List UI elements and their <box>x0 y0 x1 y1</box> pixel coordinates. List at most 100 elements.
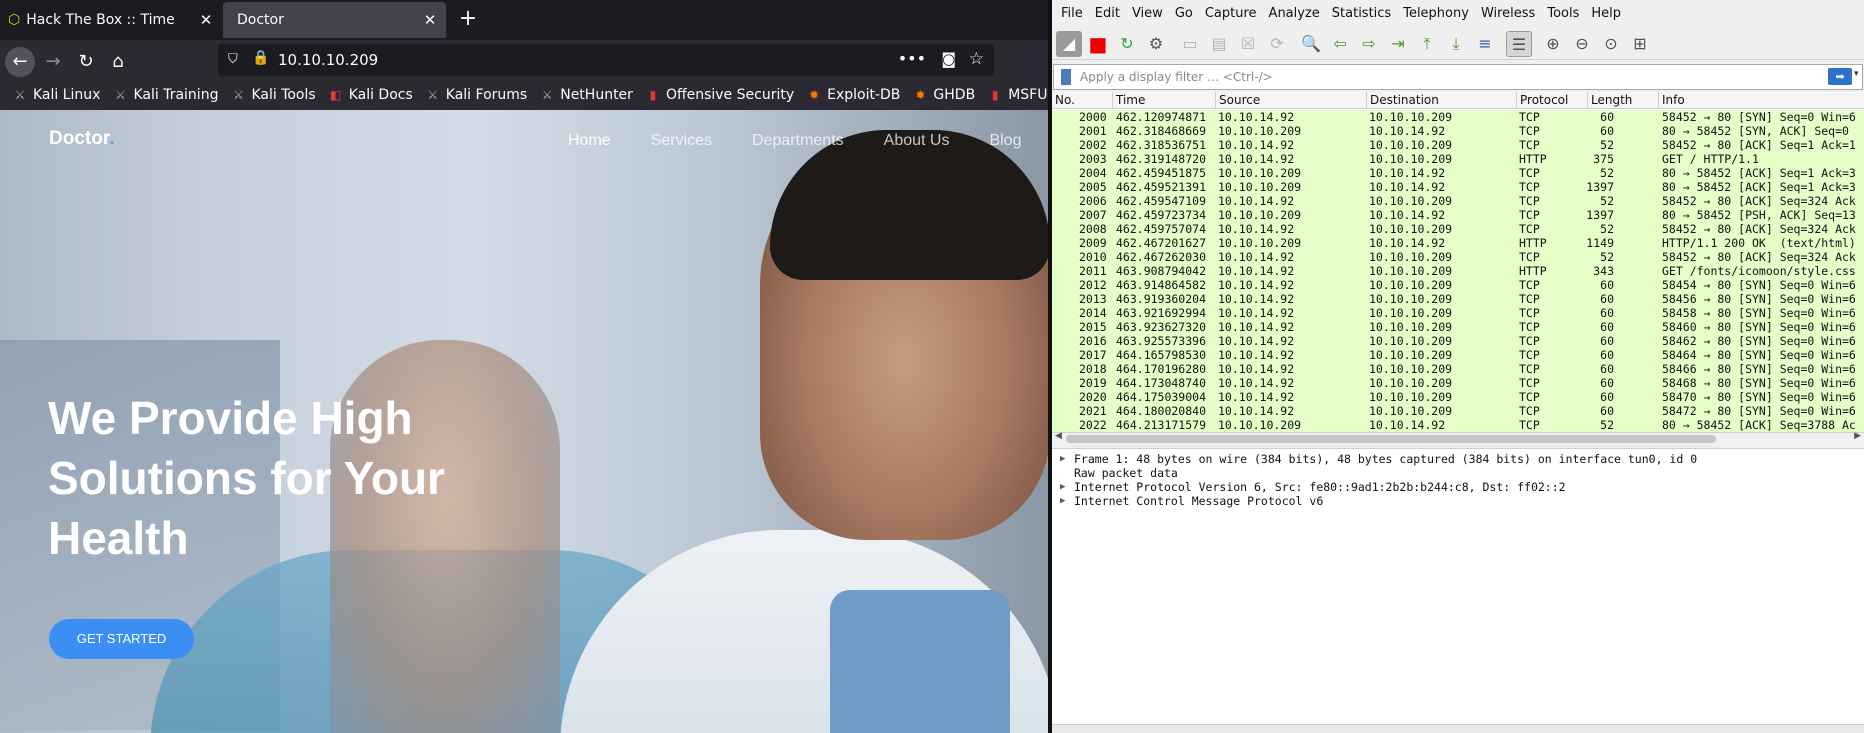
packet-row[interactable]: 2002 462.318536751 10.10.14.92 10.10.10.209… <box>1052 138 1864 152</box>
packet-row[interactable]: 2019 464.173048740 10.10.14.92 10.10.10.209… <box>1052 376 1864 390</box>
filter-dropdown-icon[interactable]: ▾ <box>1854 69 1859 79</box>
packet-row[interactable]: 2022 464.213171579 10.10.10.209 10.10.14.92… <box>1052 418 1864 432</box>
bookmark-item[interactable]: ⚔ Kali Tools <box>230 87 316 103</box>
menu-capture[interactable]: Capture <box>1205 6 1257 21</box>
packet-row[interactable]: 2001 462.318468669 10.10.10.209 10.10.14.92… <box>1052 124 1864 138</box>
packet-row[interactable]: 2000 462.120974871 10.10.14.92 10.10.10.209… <box>1052 110 1864 124</box>
colorize-icon[interactable]: ☰ <box>1506 31 1532 57</box>
tracking-shield-icon[interactable]: ⛉ <box>228 52 238 67</box>
insecure-lock-icon[interactable]: 🔒 <box>252 50 269 66</box>
col-protocol[interactable]: Protocol <box>1520 93 1568 107</box>
detail-tree-item[interactable]: ▶ Frame 1: 48 bytes on wire (384 bits), 4… <box>1052 452 1864 466</box>
zoom-in-icon[interactable]: ⊕ <box>1540 31 1566 57</box>
packet-row[interactable]: 2005 462.459521391 10.10.10.209 10.10.14.92… <box>1052 180 1864 194</box>
horizontal-scrollbar[interactable]: ◀ ▶ <box>1052 431 1864 445</box>
col-no[interactable]: No. <box>1055 93 1075 107</box>
packet-row[interactable]: 2008 462.459757074 10.10.14.92 10.10.10.209… <box>1052 222 1864 236</box>
reload-button[interactable]: ↻ <box>71 47 101 77</box>
expand-arrow-icon[interactable]: ▶ <box>1060 452 1065 466</box>
home-button[interactable]: ⌂ <box>103 47 133 77</box>
packet-row[interactable]: 2013 463.919360204 10.10.14.92 10.10.10.209… <box>1052 292 1864 306</box>
packet-row[interactable]: 2018 464.170196280 10.10.14.92 10.10.10.209… <box>1052 362 1864 376</box>
nav-about-us[interactable]: About Us <box>884 132 950 150</box>
menu-edit[interactable]: Edit <box>1095 6 1120 21</box>
first-packet-icon[interactable]: ⤒ <box>1414 31 1440 57</box>
detail-tree-item[interactable]: Raw packet data <box>1052 466 1864 480</box>
menu-analyze[interactable]: Analyze <box>1269 6 1320 21</box>
go-back-icon[interactable]: ⇦ <box>1327 31 1353 57</box>
pocket-icon[interactable]: ◙ <box>941 50 956 68</box>
menu-help[interactable]: Help <box>1591 6 1621 21</box>
col-source[interactable]: Source <box>1219 93 1260 107</box>
scroll-right-icon[interactable]: ▶ <box>1854 431 1861 441</box>
bookmark-item[interactable]: ⚔ Kali Linux <box>12 87 101 103</box>
packet-row[interactable]: 2012 463.914864582 10.10.14.92 10.10.10.209… <box>1052 278 1864 292</box>
apply-filter-icon[interactable]: ➡ <box>1828 68 1852 85</box>
zoom-out-icon[interactable]: ⊖ <box>1569 31 1595 57</box>
menu-view[interactable]: View <box>1132 6 1163 21</box>
nav-departments[interactable]: Departments <box>752 132 844 150</box>
back-button[interactable]: ← <box>5 47 35 77</box>
scroll-left-icon[interactable]: ◀ <box>1055 431 1062 441</box>
bookmark-item[interactable]: ✹ GHDB <box>912 87 975 103</box>
close-tab-icon[interactable]: ✕ <box>198 11 214 29</box>
detail-tree-item[interactable]: ▶ Internet Protocol Version 6, Src: fe80:… <box>1052 480 1864 494</box>
resize-columns-icon[interactable]: ⊞ <box>1627 31 1653 57</box>
packet-row[interactable]: 2009 462.467201627 10.10.10.209 10.10.14.92… <box>1052 236 1864 250</box>
expand-arrow-icon[interactable]: ▶ <box>1060 480 1065 494</box>
open-file-icon[interactable]: ▭ <box>1177 31 1203 57</box>
bookmark-star-icon[interactable]: ☆ <box>969 49 984 69</box>
nav-home[interactable]: Home <box>568 132 611 150</box>
normal-size-icon[interactable]: ⊙ <box>1598 31 1624 57</box>
menu-tools[interactable]: Tools <box>1547 6 1579 21</box>
tab-doctor[interactable]: Doctor ✕ <box>223 2 446 38</box>
col-info[interactable]: Info <box>1662 93 1685 107</box>
col-destination[interactable]: Destination <box>1370 93 1439 107</box>
nav-blog[interactable]: Blog <box>989 132 1021 150</box>
packet-row[interactable]: 2021 464.180020840 10.10.14.92 10.10.10.209… <box>1052 404 1864 418</box>
packet-row[interactable]: 2007 462.459723734 10.10.10.209 10.10.14.92… <box>1052 208 1864 222</box>
expand-arrow-icon[interactable]: ▶ <box>1060 494 1065 508</box>
packet-row[interactable]: 2017 464.165798530 10.10.14.92 10.10.10.209… <box>1052 348 1864 362</box>
close-tab-icon[interactable]: ✕ <box>422 11 438 29</box>
go-to-packet-icon[interactable]: ⇥ <box>1385 31 1411 57</box>
packet-row[interactable]: 2004 462.459451875 10.10.10.209 10.10.14.92… <box>1052 166 1864 180</box>
bookmark-item[interactable]: ✹ Exploit-DB <box>806 87 900 103</box>
col-time[interactable]: Time <box>1116 93 1145 107</box>
last-packet-icon[interactable]: ⤓ <box>1443 31 1469 57</box>
packet-row[interactable]: 2016 463.925573396 10.10.14.92 10.10.10.209… <box>1052 334 1864 348</box>
bookmark-item[interactable]: ▮ MSFU <box>987 87 1048 103</box>
display-filter-input[interactable] <box>1078 65 1778 89</box>
get-started-button[interactable]: GET STARTED <box>49 619 194 659</box>
save-file-icon[interactable]: ▤ <box>1206 31 1232 57</box>
restart-capture-icon[interactable]: ↻ <box>1114 31 1140 57</box>
site-logo[interactable]: Doctor. <box>49 128 114 150</box>
bookmark-item[interactable]: ▮ Offensive Security <box>645 87 795 103</box>
forward-button[interactable]: → <box>38 47 68 77</box>
packet-row[interactable]: 2010 462.467262030 10.10.14.92 10.10.10.209… <box>1052 250 1864 264</box>
close-file-icon[interactable]: ☒ <box>1235 31 1261 57</box>
menu-statistics[interactable]: Statistics <box>1332 6 1391 21</box>
bookmark-item[interactable]: ⚔ Kali Forums <box>425 87 527 103</box>
url-text[interactable]: 10.10.10.209 <box>278 51 378 69</box>
packet-row[interactable]: 2014 463.921692994 10.10.14.92 10.10.10.209… <box>1052 306 1864 320</box>
stop-capture-icon[interactable]: ■ <box>1085 31 1111 57</box>
bookmark-item[interactable]: ⚔ NetHunter <box>539 87 633 103</box>
menu-telephony[interactable]: Telephony <box>1403 6 1469 21</box>
menu-go[interactable]: Go <box>1175 6 1193 21</box>
packet-row[interactable]: 2006 462.459547109 10.10.14.92 10.10.10.209… <box>1052 194 1864 208</box>
shark-fin-start-icon[interactable]: ◢ <box>1056 31 1082 57</box>
packet-row[interactable]: 2003 462.319148720 10.10.14.92 10.10.10.209… <box>1052 152 1864 166</box>
packet-row[interactable]: 2011 463.908794042 10.10.14.92 10.10.10.209… <box>1052 264 1864 278</box>
find-packet-icon[interactable]: 🔍 <box>1298 31 1324 57</box>
tab-hack-the-box[interactable]: ⬡ Hack The Box :: Time ✕ <box>0 2 222 38</box>
menu-wireless[interactable]: Wireless <box>1481 6 1535 21</box>
go-forward-icon[interactable]: ⇨ <box>1356 31 1382 57</box>
packet-row[interactable]: 2020 464.175039004 10.10.14.92 10.10.10.209… <box>1052 390 1864 404</box>
reload-file-icon[interactable]: ⟳ <box>1264 31 1290 57</box>
bookmark-item[interactable]: ⚔ Kali Training <box>112 87 218 103</box>
menu-file[interactable]: File <box>1061 6 1083 21</box>
capture-options-icon[interactable]: ⚙ <box>1143 31 1169 57</box>
nav-services[interactable]: Services <box>651 132 712 150</box>
detail-tree-item[interactable]: ▶ Internet Control Message Protocol v6 <box>1052 494 1864 508</box>
